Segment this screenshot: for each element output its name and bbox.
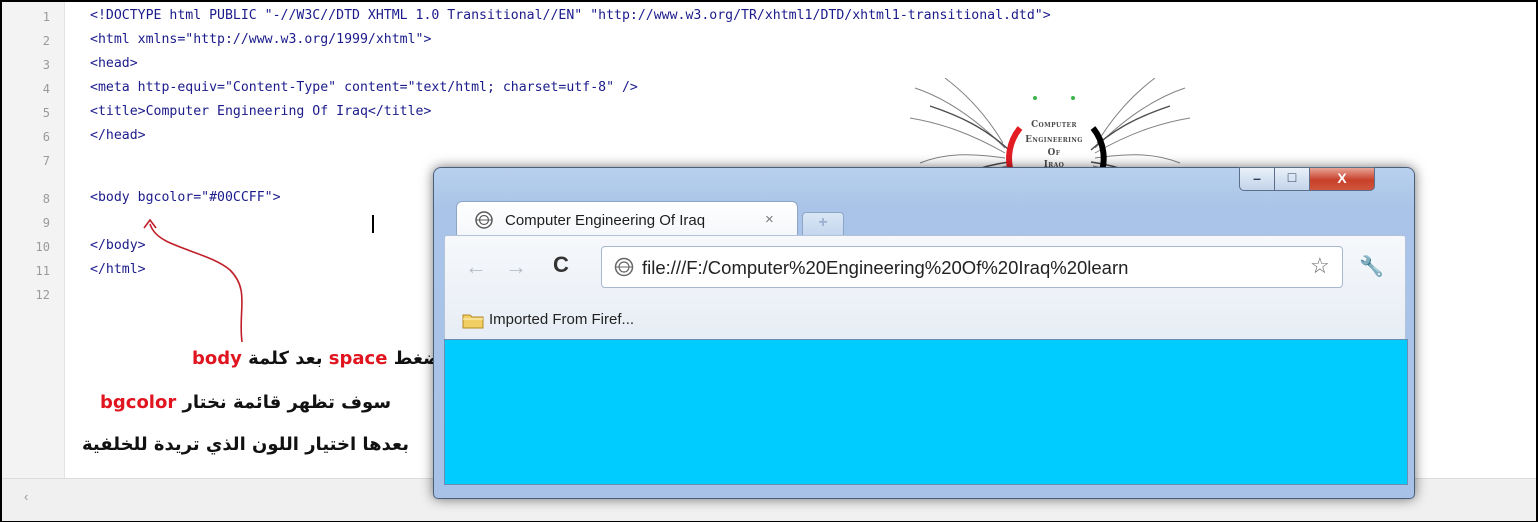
browser-window: – □ X Computer Engineering Of Iraq × + ←… [433, 167, 1415, 499]
line-number: 9 [42, 216, 50, 230]
line-number: 11 [35, 264, 50, 278]
close-icon: X [1337, 170, 1347, 186]
close-window-button[interactable]: X [1309, 167, 1375, 191]
wrench-icon[interactable]: 🔧 [1359, 254, 1384, 279]
logo-line: Computer [1031, 120, 1077, 130]
plus-icon: + [818, 214, 828, 231]
annotation-text: سوف تظهر قائمة نختار [176, 392, 392, 413]
address-text[interactable]: file:///F:/Computer%20Engineering%20Of%2… [642, 257, 1302, 279]
logo-line: Engineering [1025, 135, 1083, 145]
maximize-button[interactable]: □ [1274, 167, 1310, 191]
bookmark-label: Imported From Firef... [489, 311, 635, 328]
logo-line: Of [1047, 148, 1061, 158]
annotation-keyword: bgcolor [100, 392, 177, 413]
annotation-keyword: body [192, 348, 242, 369]
tab-close-icon[interactable]: × [765, 211, 774, 228]
logo-text: Computer Engineering Of Iraq [1008, 118, 1100, 173]
code-line[interactable]: <title>Computer Engineering Of Iraq</tit… [90, 104, 431, 119]
minimize-icon: – [1253, 170, 1261, 186]
code-line[interactable]: <meta http-equiv="Content-Type" content=… [90, 80, 638, 95]
code-line[interactable]: <html xmlns="http://www.w3.org/1999/xhtm… [90, 32, 431, 47]
annotation-line-1: ضغط space بعد كلمة body [192, 348, 441, 369]
line-number: 8 [42, 192, 50, 206]
line-number: 6 [42, 130, 50, 144]
new-tab-button[interactable]: + [802, 212, 844, 236]
line-number: 3 [42, 58, 50, 72]
annotation-text: بعد كلمة [241, 348, 329, 369]
tab-title: Computer Engineering Of Iraq [505, 212, 706, 229]
code-line[interactable]: <head> [90, 56, 138, 71]
tab-computer-engineering-of-iraq[interactable]: Computer Engineering Of Iraq × [456, 201, 798, 236]
forward-icon[interactable]: → [505, 254, 527, 280]
line-number-gutter: 1 2 3 4 5 6 7 8 9 10 11 12 [2, 2, 65, 478]
star-icon[interactable]: ☆ [1310, 253, 1330, 279]
back-icon[interactable]: ← [465, 254, 487, 280]
reload-icon[interactable]: C [553, 252, 569, 278]
text-caret [372, 215, 374, 233]
code-line[interactable]: </head> [90, 128, 146, 143]
annotation-line-3: بعدها اختيار اللون الذي تريدة للخلفية [82, 434, 409, 455]
line-number: 2 [42, 34, 50, 48]
line-number: 12 [35, 288, 50, 302]
page-viewport[interactable] [444, 339, 1408, 485]
folder-icon [462, 314, 484, 329]
maximize-icon: □ [1287, 169, 1297, 185]
address-bar[interactable]: file:///F:/Computer%20Engineering%20Of%2… [601, 246, 1343, 288]
annotation-arrow [143, 218, 243, 343]
line-number: 7 [42, 154, 50, 168]
code-line[interactable]: <!DOCTYPE html PUBLIC "-//W3C//DTD XHTML… [90, 8, 1051, 23]
annotation-keyword: space [328, 348, 388, 369]
annotation-line-2: سوف تظهر قائمة نختار bgcolor [100, 392, 391, 413]
minimize-button[interactable]: – [1239, 167, 1275, 191]
globe-icon [475, 211, 493, 229]
line-number: 4 [42, 82, 50, 96]
browser-toolbar: ← → C file:///F:/Computer%20Engineering%… [444, 235, 1406, 341]
line-number: 1 [42, 10, 50, 24]
globe-icon [614, 257, 634, 277]
scroll-left-icon[interactable]: ‹ [24, 489, 28, 504]
line-number: 10 [35, 240, 50, 254]
line-number: 5 [42, 106, 50, 120]
